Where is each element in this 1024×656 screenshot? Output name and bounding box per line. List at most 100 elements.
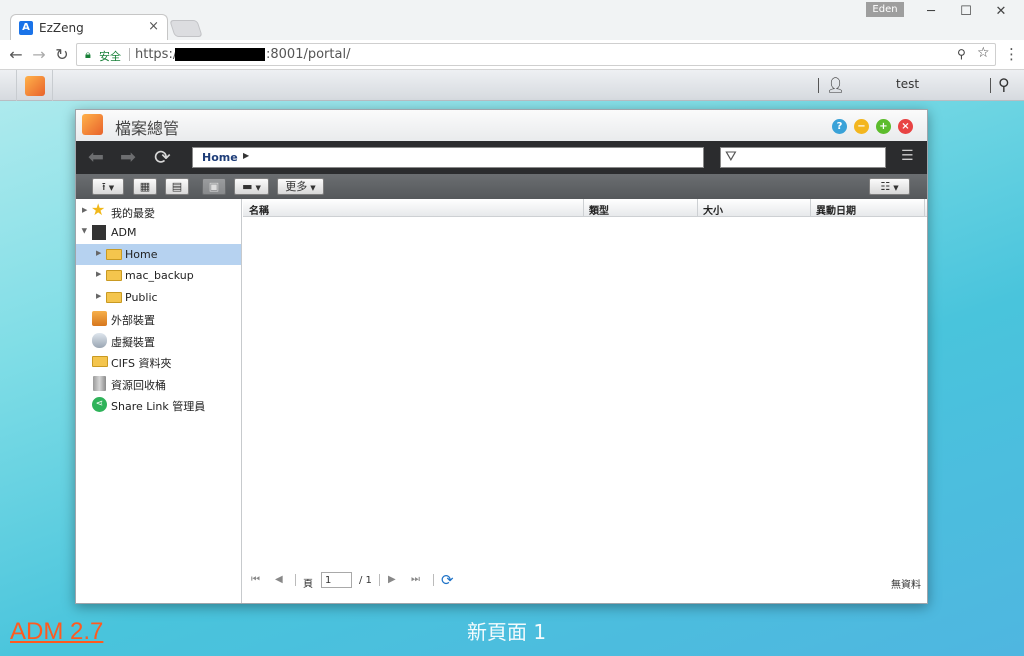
more-button-label: 更多	[285, 180, 308, 193]
file-list-header: 名稱 類型 大小 異動日期	[243, 199, 927, 217]
expand-arrow-icon[interactable]: ▶	[96, 292, 101, 300]
column-divider[interactable]	[810, 199, 811, 217]
page-total: / 1	[359, 575, 372, 586]
back-arrow-icon[interactable]: ⬅	[88, 146, 104, 168]
column-size[interactable]: 大小	[703, 202, 723, 217]
tab-title: EzZeng	[39, 21, 84, 35]
filter-funnel-icon: ⛛	[725, 149, 737, 165]
path-arrow-icon[interactable]: ▶	[243, 151, 249, 160]
reload-icon[interactable]: ↻	[53, 45, 71, 64]
navigation-bar: ⬅ ➡ ⟳ Home ▶ ⛛ ☰	[76, 141, 927, 174]
user-name[interactable]: test	[896, 77, 919, 91]
bookmark-star-icon[interactable]: ☆	[977, 45, 990, 61]
star-icon: ★	[91, 200, 106, 219]
trash-icon	[93, 376, 106, 391]
page-label: 頁	[303, 579, 313, 590]
new-folder-button[interactable]: ▦	[133, 178, 157, 195]
path-bar[interactable]: Home ▶	[192, 147, 704, 168]
forward-arrow-icon[interactable]: ➡	[120, 146, 136, 168]
adm-version-text: ADM 2.7	[10, 618, 104, 645]
column-type[interactable]: 類型	[589, 202, 609, 217]
share-button[interactable]: ▬ ▼	[234, 178, 269, 195]
user-icon[interactable]: 👤︎	[826, 76, 845, 94]
browser-tab[interactable]: A EzZeng ×	[10, 14, 168, 41]
tree-item-favorites[interactable]: ▶ ★ 我的最愛	[76, 201, 241, 222]
page-number-input[interactable]	[321, 572, 352, 588]
forward-arrow-icon[interactable]: →	[30, 45, 48, 64]
tree-label: Share Link 管理員	[111, 400, 206, 413]
extension-icon[interactable]: ⚲	[957, 47, 966, 61]
refresh-icon[interactable]: ⟳	[154, 145, 171, 169]
filter-input[interactable]: ⛛	[720, 147, 886, 168]
action-toolbar: ⭱ ▼ ▦ ▤ ▣ ▬ ▼ 更多 ▼ ☷ ▼	[76, 174, 927, 199]
tree-item-public[interactable]: ▶ Public	[76, 287, 241, 308]
address-bar[interactable]: 🔒︎ 安全 https:// :8001/portal/ ⚲ ☆	[76, 43, 996, 66]
taskbar-file-manager-button[interactable]	[16, 70, 53, 101]
expand-arrow-icon[interactable]: ▶	[96, 249, 101, 257]
close-icon[interactable]: ×	[898, 119, 913, 134]
window-maximize-icon[interactable]: ☐	[956, 4, 976, 19]
help-icon[interactable]: ?	[832, 119, 847, 134]
lock-icon: 🔒︎	[85, 48, 91, 61]
collapse-arrow-icon[interactable]: ▶	[81, 228, 89, 233]
window-title: 檔案總管	[115, 119, 180, 138]
search-icon[interactable]: ⚲	[998, 75, 1010, 94]
last-page-icon[interactable]: ⏭	[411, 574, 420, 585]
tree-label: 資源回收桶	[111, 379, 166, 392]
upload-button[interactable]: ⭱ ▼	[92, 178, 124, 195]
new-tab-button[interactable]	[169, 20, 203, 37]
next-page-icon[interactable]: ▶	[388, 574, 396, 585]
adm-taskbar: 👤︎ test ⚲	[0, 70, 1024, 101]
tab-close-icon[interactable]: ×	[148, 19, 159, 34]
copy-move-button[interactable]: ▤	[165, 178, 189, 195]
tree-item-virtual-devices[interactable]: 虛擬裝置	[76, 330, 241, 351]
folder-icon	[106, 270, 122, 281]
minimize-icon[interactable]: −	[854, 119, 869, 134]
window-minimize-icon[interactable]: ─	[921, 4, 941, 19]
file-manager-window: 檔案總管 ? − + × ⬅ ➡ ⟳ Home ▶ ⛛ ☰ ⭱ ▼ ▦ ▤ ▣ ▬…	[75, 109, 928, 604]
previous-page-icon[interactable]: ◀	[275, 574, 283, 585]
menu-dots-icon[interactable]: ⋮	[1004, 45, 1019, 63]
page-caption: 新頁面 1	[467, 620, 547, 644]
secure-label: 安全	[99, 50, 121, 63]
tree-item-recycle-bin[interactable]: 資源回收桶	[76, 373, 241, 394]
taskbar-separator	[990, 78, 991, 93]
path-home[interactable]: Home	[202, 151, 238, 164]
first-page-icon[interactable]: ⏮	[251, 574, 260, 585]
column-divider[interactable]	[924, 199, 925, 217]
refresh-icon[interactable]: ⟳	[441, 571, 454, 589]
file-list: 名稱 類型 大小 異動日期 ⏮ ◀ 頁 / 1 ▶ ⏭ ⟳ 無資料	[243, 199, 927, 603]
folder-tree: ▶ ★ 我的最愛 ▶ ADM ▶ Home ▶ mac_backup ▶ Pub…	[76, 199, 242, 603]
tree-item-adm[interactable]: ▶ ADM	[76, 222, 241, 243]
view-options-icon[interactable]: ☰	[901, 148, 914, 164]
tree-label: mac_backup	[125, 269, 194, 282]
column-divider[interactable]	[697, 199, 698, 217]
more-button[interactable]: 更多 ▼	[277, 178, 324, 195]
back-arrow-icon[interactable]: ←	[7, 45, 25, 64]
properties-button[interactable]: ▣	[202, 178, 226, 195]
expand-arrow-icon[interactable]: ▶	[96, 270, 101, 278]
window-titlebar[interactable]: 檔案總管 ? − + ×	[76, 110, 927, 141]
maximize-icon[interactable]: +	[876, 119, 891, 134]
virtual-device-icon	[92, 333, 107, 348]
column-divider[interactable]	[583, 199, 584, 217]
url-redaction	[175, 48, 265, 61]
expand-arrow-icon[interactable]: ▶	[82, 206, 87, 214]
tree-item-cifs-folder[interactable]: CIFS 資料夾	[76, 351, 241, 372]
column-name[interactable]: 名稱	[249, 202, 269, 217]
tree-label: 外部裝置	[111, 314, 155, 327]
tree-item-external-devices[interactable]: 外部裝置	[76, 308, 241, 329]
tree-item-home[interactable]: ▶ Home	[76, 244, 241, 265]
tree-item-share-link-manager[interactable]: ⋖ Share Link 管理員	[76, 394, 241, 415]
tree-label: ADM	[111, 226, 137, 239]
browser-tabstrip: A EzZeng × Eden ─ ☐ ✕	[0, 0, 1024, 41]
view-toggle-button[interactable]: ☷ ▼	[869, 178, 910, 195]
external-device-icon	[92, 311, 107, 326]
tree-item-mac-backup[interactable]: ▶ mac_backup	[76, 265, 241, 286]
tree-label: 虛擬裝置	[111, 336, 155, 349]
profile-badge[interactable]: Eden	[866, 2, 904, 17]
window-close-icon[interactable]: ✕	[991, 4, 1011, 19]
tree-label: CIFS 資料夾	[111, 357, 172, 370]
tree-label: 我的最愛	[111, 207, 155, 220]
column-modified-date[interactable]: 異動日期	[816, 202, 856, 217]
